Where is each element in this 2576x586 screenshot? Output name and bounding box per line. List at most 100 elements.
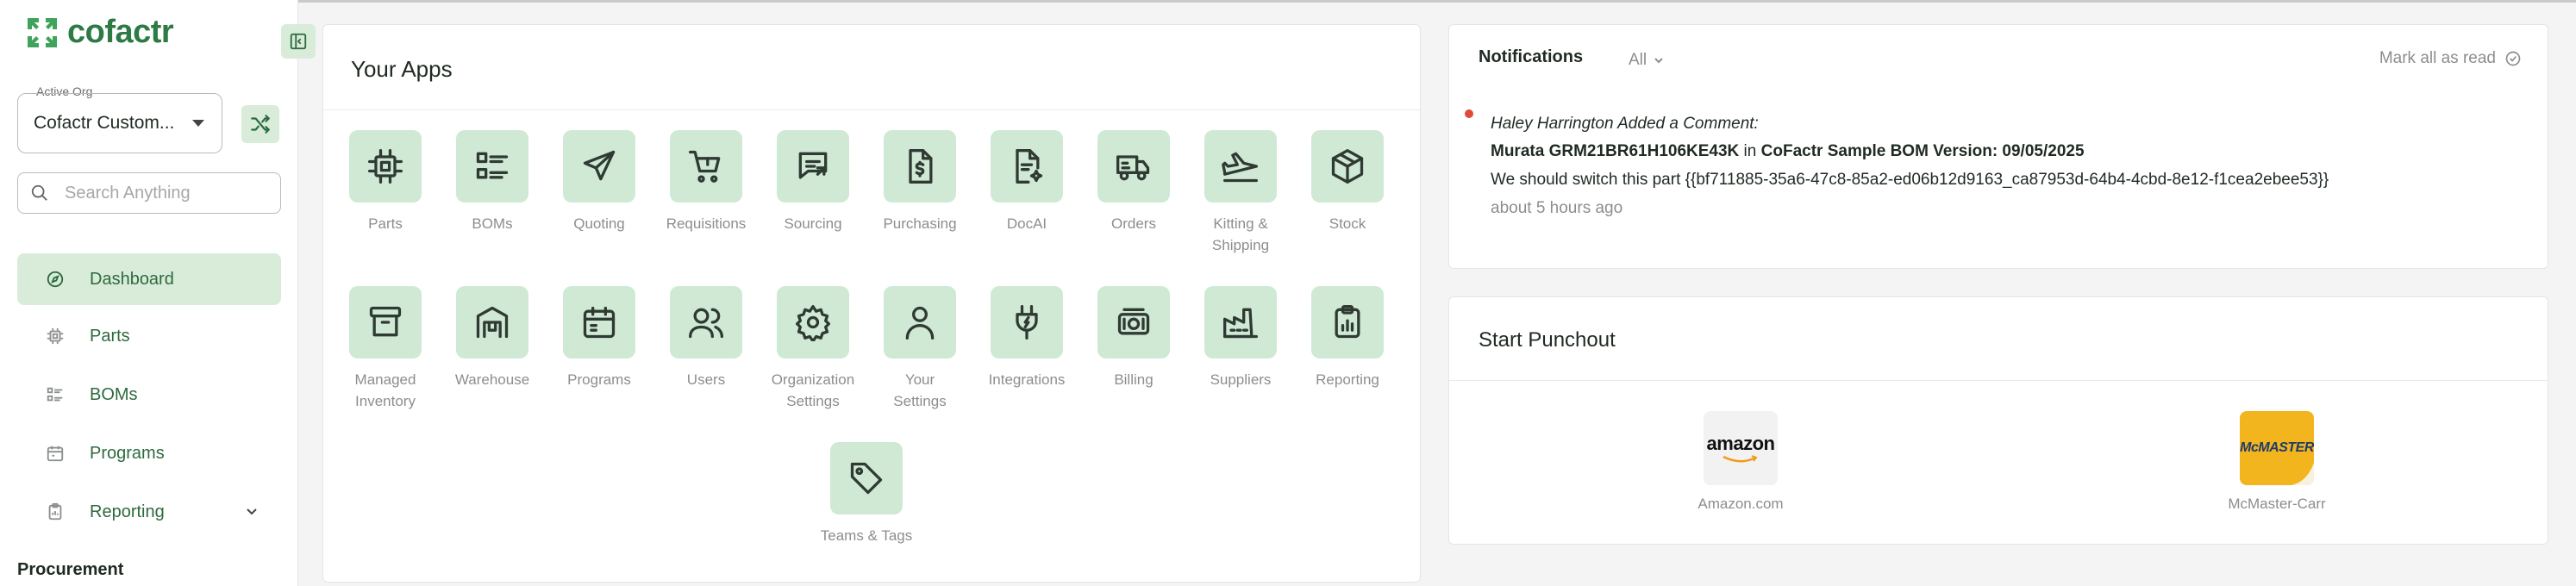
notifications-title: Notifications <box>1479 47 1584 66</box>
vendor-mcmaster[interactable]: McMASTER McMaster-Carr <box>2199 411 2354 513</box>
app-teams-tags[interactable]: Teams & Tags <box>813 442 920 546</box>
check-circle-icon <box>2505 51 2521 66</box>
vendor-amazon[interactable]: amazon Amazon.com <box>1663 411 1818 513</box>
plane-icon <box>1222 152 1258 183</box>
app-tile[interactable] <box>991 286 1063 358</box>
app-tile[interactable] <box>1097 130 1170 203</box>
nav-item-boms[interactable]: BOMs <box>17 369 281 421</box>
app-programs[interactable]: Programs <box>546 286 653 390</box>
notifications-filter[interactable]: All <box>1629 51 1664 70</box>
app-integrations[interactable]: Integrations <box>973 286 1080 390</box>
app-managed-inventory[interactable]: Managed Inventory <box>332 286 439 412</box>
collapse-sidebar-button[interactable] <box>281 24 316 59</box>
shuffle-icon <box>251 115 270 134</box>
app-tile[interactable] <box>1097 286 1170 358</box>
sidebar-toggle-icon <box>290 33 307 50</box>
app-tile[interactable] <box>884 286 956 358</box>
app-tile[interactable] <box>777 286 849 358</box>
app-kitting-shipping[interactable]: Kitting & Shipping <box>1187 130 1294 256</box>
vendor-name: Amazon.com <box>1698 496 1784 512</box>
app-docai[interactable]: DocAI <box>973 130 1080 234</box>
tag-icon <box>850 462 883 495</box>
app-quoting[interactable]: Quoting <box>546 130 653 234</box>
app-label: Managed Inventory <box>354 371 416 409</box>
app-warehouse[interactable]: Warehouse <box>439 286 546 390</box>
message-icon <box>798 152 828 179</box>
warehouse-icon <box>476 306 509 339</box>
window-top-border <box>0 0 2576 3</box>
send-icon <box>583 150 616 181</box>
app-orders[interactable]: Orders <box>1080 130 1187 234</box>
app-your-settings[interactable]: Your Settings <box>866 286 973 412</box>
brand-logo[interactable]: cofactr <box>24 14 174 51</box>
nav-item-reporting[interactable]: Reporting <box>17 486 281 538</box>
money-icon <box>1117 308 1150 335</box>
app-parts[interactable]: Parts <box>332 130 439 234</box>
doc-ai-icon <box>1016 149 1043 184</box>
app-tile[interactable] <box>884 130 956 203</box>
active-org-select[interactable]: Cofactr Custom... <box>17 93 222 153</box>
notification-context[interactable]: Murata GRM21BR61H106KE43K in CoFactr Sam… <box>1491 142 2085 161</box>
app-tile[interactable] <box>456 286 528 358</box>
app-label: Sourcing <box>784 215 842 232</box>
app-label: Orders <box>1111 215 1156 232</box>
app-tile[interactable] <box>1311 130 1384 203</box>
notification-bom: CoFactr Sample BOM Version: 09/05/2025 <box>1760 142 2085 160</box>
app-tile[interactable] <box>349 130 422 203</box>
dollar-file-icon <box>909 149 933 184</box>
clipboard-icon <box>1335 305 1360 339</box>
calendar-icon <box>45 443 66 464</box>
active-org-value: Cofactr Custom... <box>34 113 175 133</box>
archive-icon <box>369 306 402 337</box>
app-organization-settings[interactable]: Organization Settings <box>760 286 866 412</box>
nav-item-programs[interactable]: Programs <box>17 427 281 479</box>
list-icon <box>476 152 509 179</box>
app-purchasing[interactable]: Purchasing <box>866 130 973 234</box>
compass-icon <box>45 269 66 290</box>
truck-icon <box>1116 155 1150 181</box>
search-icon <box>31 184 47 201</box>
app-tile[interactable] <box>670 130 742 203</box>
your-apps-panel: Your Apps Parts BOMs Quoting Requisitions So… <box>322 24 1421 583</box>
app-label: Billing <box>1114 371 1154 388</box>
app-tile[interactable] <box>349 286 422 358</box>
app-label: Requisitions <box>666 215 747 232</box>
nav-item-label: Reporting <box>90 502 165 521</box>
app-tile[interactable] <box>830 442 903 514</box>
app-tile[interactable] <box>1204 130 1277 203</box>
app-label: Suppliers <box>1210 371 1272 388</box>
nav-item-parts[interactable]: Parts <box>17 310 281 362</box>
app-tile[interactable] <box>991 130 1063 203</box>
app-tile[interactable] <box>670 286 742 358</box>
chip-icon <box>45 326 66 346</box>
vendor-name: McMaster-Carr <box>2228 496 2326 512</box>
notification-in: in <box>1739 142 1761 160</box>
app-sourcing[interactable]: Sourcing <box>760 130 866 234</box>
users-icon <box>689 308 723 339</box>
app-stock[interactable]: Stock <box>1294 130 1401 234</box>
nav-item-dashboard[interactable]: Dashboard <box>17 253 281 305</box>
nav-item-label: Programs <box>90 443 165 463</box>
app-tile[interactable] <box>563 130 635 203</box>
app-tile[interactable] <box>1204 286 1277 358</box>
app-boms[interactable]: BOMs <box>439 130 546 234</box>
search-box[interactable] <box>17 172 281 214</box>
app-reporting[interactable]: Reporting <box>1294 286 1401 390</box>
app-suppliers[interactable]: Suppliers <box>1187 286 1294 390</box>
factory-icon <box>1223 308 1258 339</box>
app-users[interactable]: Users <box>653 286 760 390</box>
search-input[interactable] <box>65 183 272 203</box>
nav-item-label: Dashboard <box>90 269 174 289</box>
app-tile[interactable] <box>1311 286 1384 358</box>
mark-all-read-button[interactable]: Mark all as read <box>2379 49 2522 68</box>
notifications-panel: Notifications All Mark all as read Haley… <box>1448 24 2548 269</box>
app-label: Stock <box>1329 215 1366 232</box>
app-tile[interactable] <box>563 286 635 358</box>
switch-org-button[interactable] <box>241 105 279 143</box>
caret-down-icon <box>192 120 204 127</box>
app-billing[interactable]: Billing <box>1080 286 1187 390</box>
divider <box>1449 380 2548 381</box>
app-requisitions[interactable]: Requisitions <box>653 130 760 234</box>
app-tile[interactable] <box>456 130 528 203</box>
app-tile[interactable] <box>777 130 849 203</box>
